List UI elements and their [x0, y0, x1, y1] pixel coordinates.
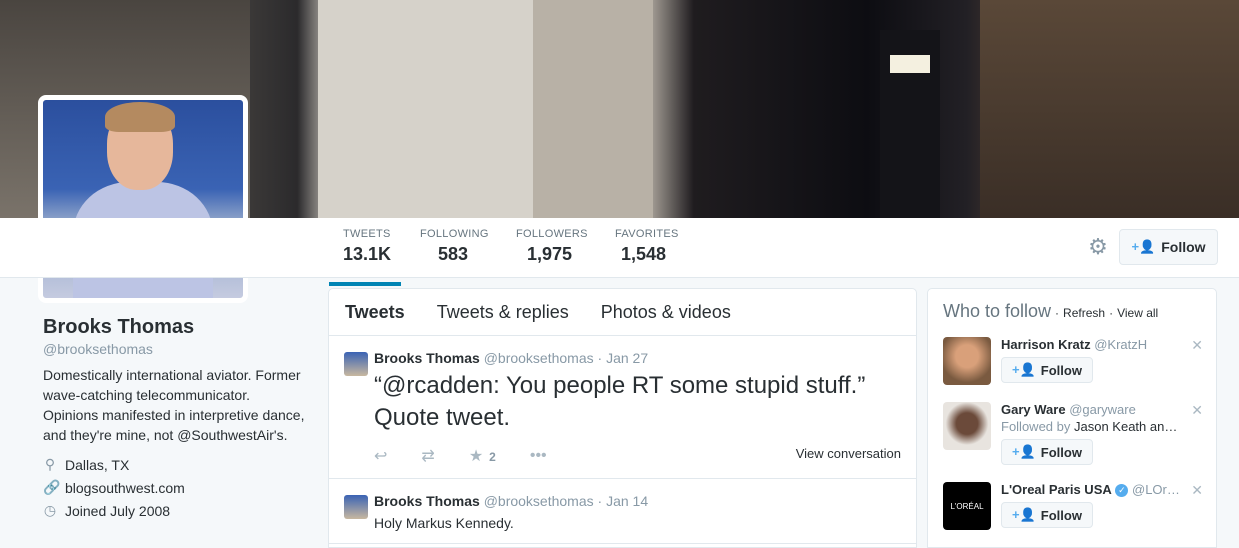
timeline: Tweets Tweets & replies Photos & videos …: [328, 288, 917, 548]
location-pin-icon: ⚲: [44, 456, 56, 472]
tweet-meta: @brooksethomas · Jan 14: [483, 493, 649, 509]
followed-by: Followed by Jason Keath an…: [1001, 419, 1178, 434]
profile-joined: ◷ Joined July 2008: [43, 502, 171, 519]
suggestion-follow-button[interactable]: +👤 Follow: [1001, 439, 1093, 465]
refresh-link[interactable]: Refresh: [1063, 306, 1105, 320]
favorite-count: 2: [489, 450, 496, 464]
tweet[interactable]: Brooks Thomas @brooksethomas · Jan 27 “@…: [329, 336, 916, 479]
timeline-tabs: Tweets Tweets & replies Photos & videos: [329, 289, 916, 336]
profile-bio: Domestically international aviator. Form…: [43, 367, 305, 443]
profile-meta: ⚲ Dallas, TX 🔗 blogsouthwest.com ◷ Joined J…: [43, 453, 313, 522]
follow-button[interactable]: +👤 Follow: [1119, 229, 1218, 265]
profile-nav: TWEETS 13.1K FOLLOWING 583 FOLLOWERS 1,9…: [0, 218, 1239, 286]
suggestion-handle: @garyware: [1069, 402, 1136, 417]
favorite-star-icon[interactable]: ★ 2: [469, 446, 496, 466]
add-user-icon: +👤: [1131, 239, 1156, 254]
close-icon[interactable]: ✕: [1191, 402, 1203, 419]
suggestion-name[interactable]: L'Oreal Paris USA: [1001, 482, 1112, 497]
tab-photos-videos[interactable]: Photos & videos: [585, 302, 747, 323]
tweet-avatar[interactable]: [344, 495, 368, 519]
tab-tweets-replies[interactable]: Tweets & replies: [421, 302, 585, 323]
stat-favorites[interactable]: FAVORITES 1,548: [615, 228, 679, 265]
calendar-icon: ◷: [43, 502, 57, 518]
tweet[interactable]: Brooks Thomas @brooksethomas · Jan 14 Ho…: [329, 479, 916, 544]
stat-followers[interactable]: FOLLOWERS 1,975: [516, 228, 588, 265]
tweet-meta: @brooksethomas · Jan 27: [483, 350, 649, 366]
more-icon[interactable]: •••: [530, 447, 547, 465]
add-user-icon: +👤: [1012, 362, 1036, 377]
tab-tweets[interactable]: Tweets: [329, 302, 421, 323]
profile-location: ⚲ Dallas, TX: [44, 456, 130, 473]
suggestion-follow-button[interactable]: +👤 Follow: [1001, 502, 1093, 529]
banner-building: [318, 0, 533, 218]
reply-icon[interactable]: ↩: [374, 446, 387, 466]
tweet-text: Holy Markus Kennedy.: [374, 515, 514, 531]
loreal-logo: L'ORÉAL: [950, 501, 984, 511]
view-all-link[interactable]: View all: [1117, 306, 1158, 320]
suggestion-name[interactable]: Harrison Kratz: [1001, 337, 1091, 352]
tweet-author[interactable]: Brooks Thomas: [374, 350, 480, 366]
settings-gear-icon[interactable]: ⚙: [1087, 236, 1109, 258]
link-icon: 🔗: [43, 479, 61, 495]
close-icon[interactable]: ✕: [1191, 337, 1203, 354]
retweet-icon[interactable]: ⇄: [421, 446, 434, 466]
who-to-follow-title: Who to follow: [943, 301, 1052, 321]
view-conversation-link[interactable]: View conversation: [796, 446, 901, 461]
profile-name[interactable]: Brooks Thomas: [43, 316, 313, 339]
suggestion-avatar[interactable]: L'ORÉAL: [943, 482, 991, 530]
banner-building-right: [980, 0, 1239, 218]
separator: ·: [1109, 306, 1114, 320]
add-user-icon: +👤: [1012, 507, 1036, 523]
who-to-follow: Who to follow · Refresh · View all Harri…: [927, 288, 1217, 548]
separator: ·: [1055, 306, 1060, 320]
profile-handle[interactable]: @brooksethomas: [43, 341, 313, 357]
profile-sidebar: Brooks Thomas @brooksethomas Domesticall…: [43, 316, 313, 522]
banner-lit-window: [890, 55, 930, 73]
tweet-avatar[interactable]: [344, 352, 368, 376]
profile-website[interactable]: 🔗 blogsouthwest.com: [43, 476, 313, 499]
suggestion-handle: @LOr…: [1132, 482, 1180, 497]
stat-following[interactable]: FOLLOWING 583: [420, 228, 489, 265]
add-user-icon: +👤: [1012, 444, 1036, 459]
verified-icon: ✓: [1115, 484, 1129, 498]
suggestion-name[interactable]: Gary Ware: [1001, 402, 1066, 417]
banner-building-side: [533, 0, 653, 218]
stat-tweets[interactable]: TWEETS 13.1K: [328, 228, 402, 286]
tweet-author[interactable]: Brooks Thomas: [374, 493, 480, 509]
tweet-actions: ↩ ⇄ ★ 2 ••• View conversation: [374, 446, 901, 466]
close-icon[interactable]: ✕: [1191, 482, 1203, 499]
suggestion-avatar[interactable]: [943, 337, 991, 385]
suggestion-follow-button[interactable]: +👤 Follow: [1001, 357, 1093, 383]
suggestion-handle: @KratzH: [1094, 337, 1148, 352]
tweet-text: “@rcadden: You people RT some stupid stu…: [374, 372, 866, 431]
suggestion-avatar[interactable]: [943, 402, 991, 450]
